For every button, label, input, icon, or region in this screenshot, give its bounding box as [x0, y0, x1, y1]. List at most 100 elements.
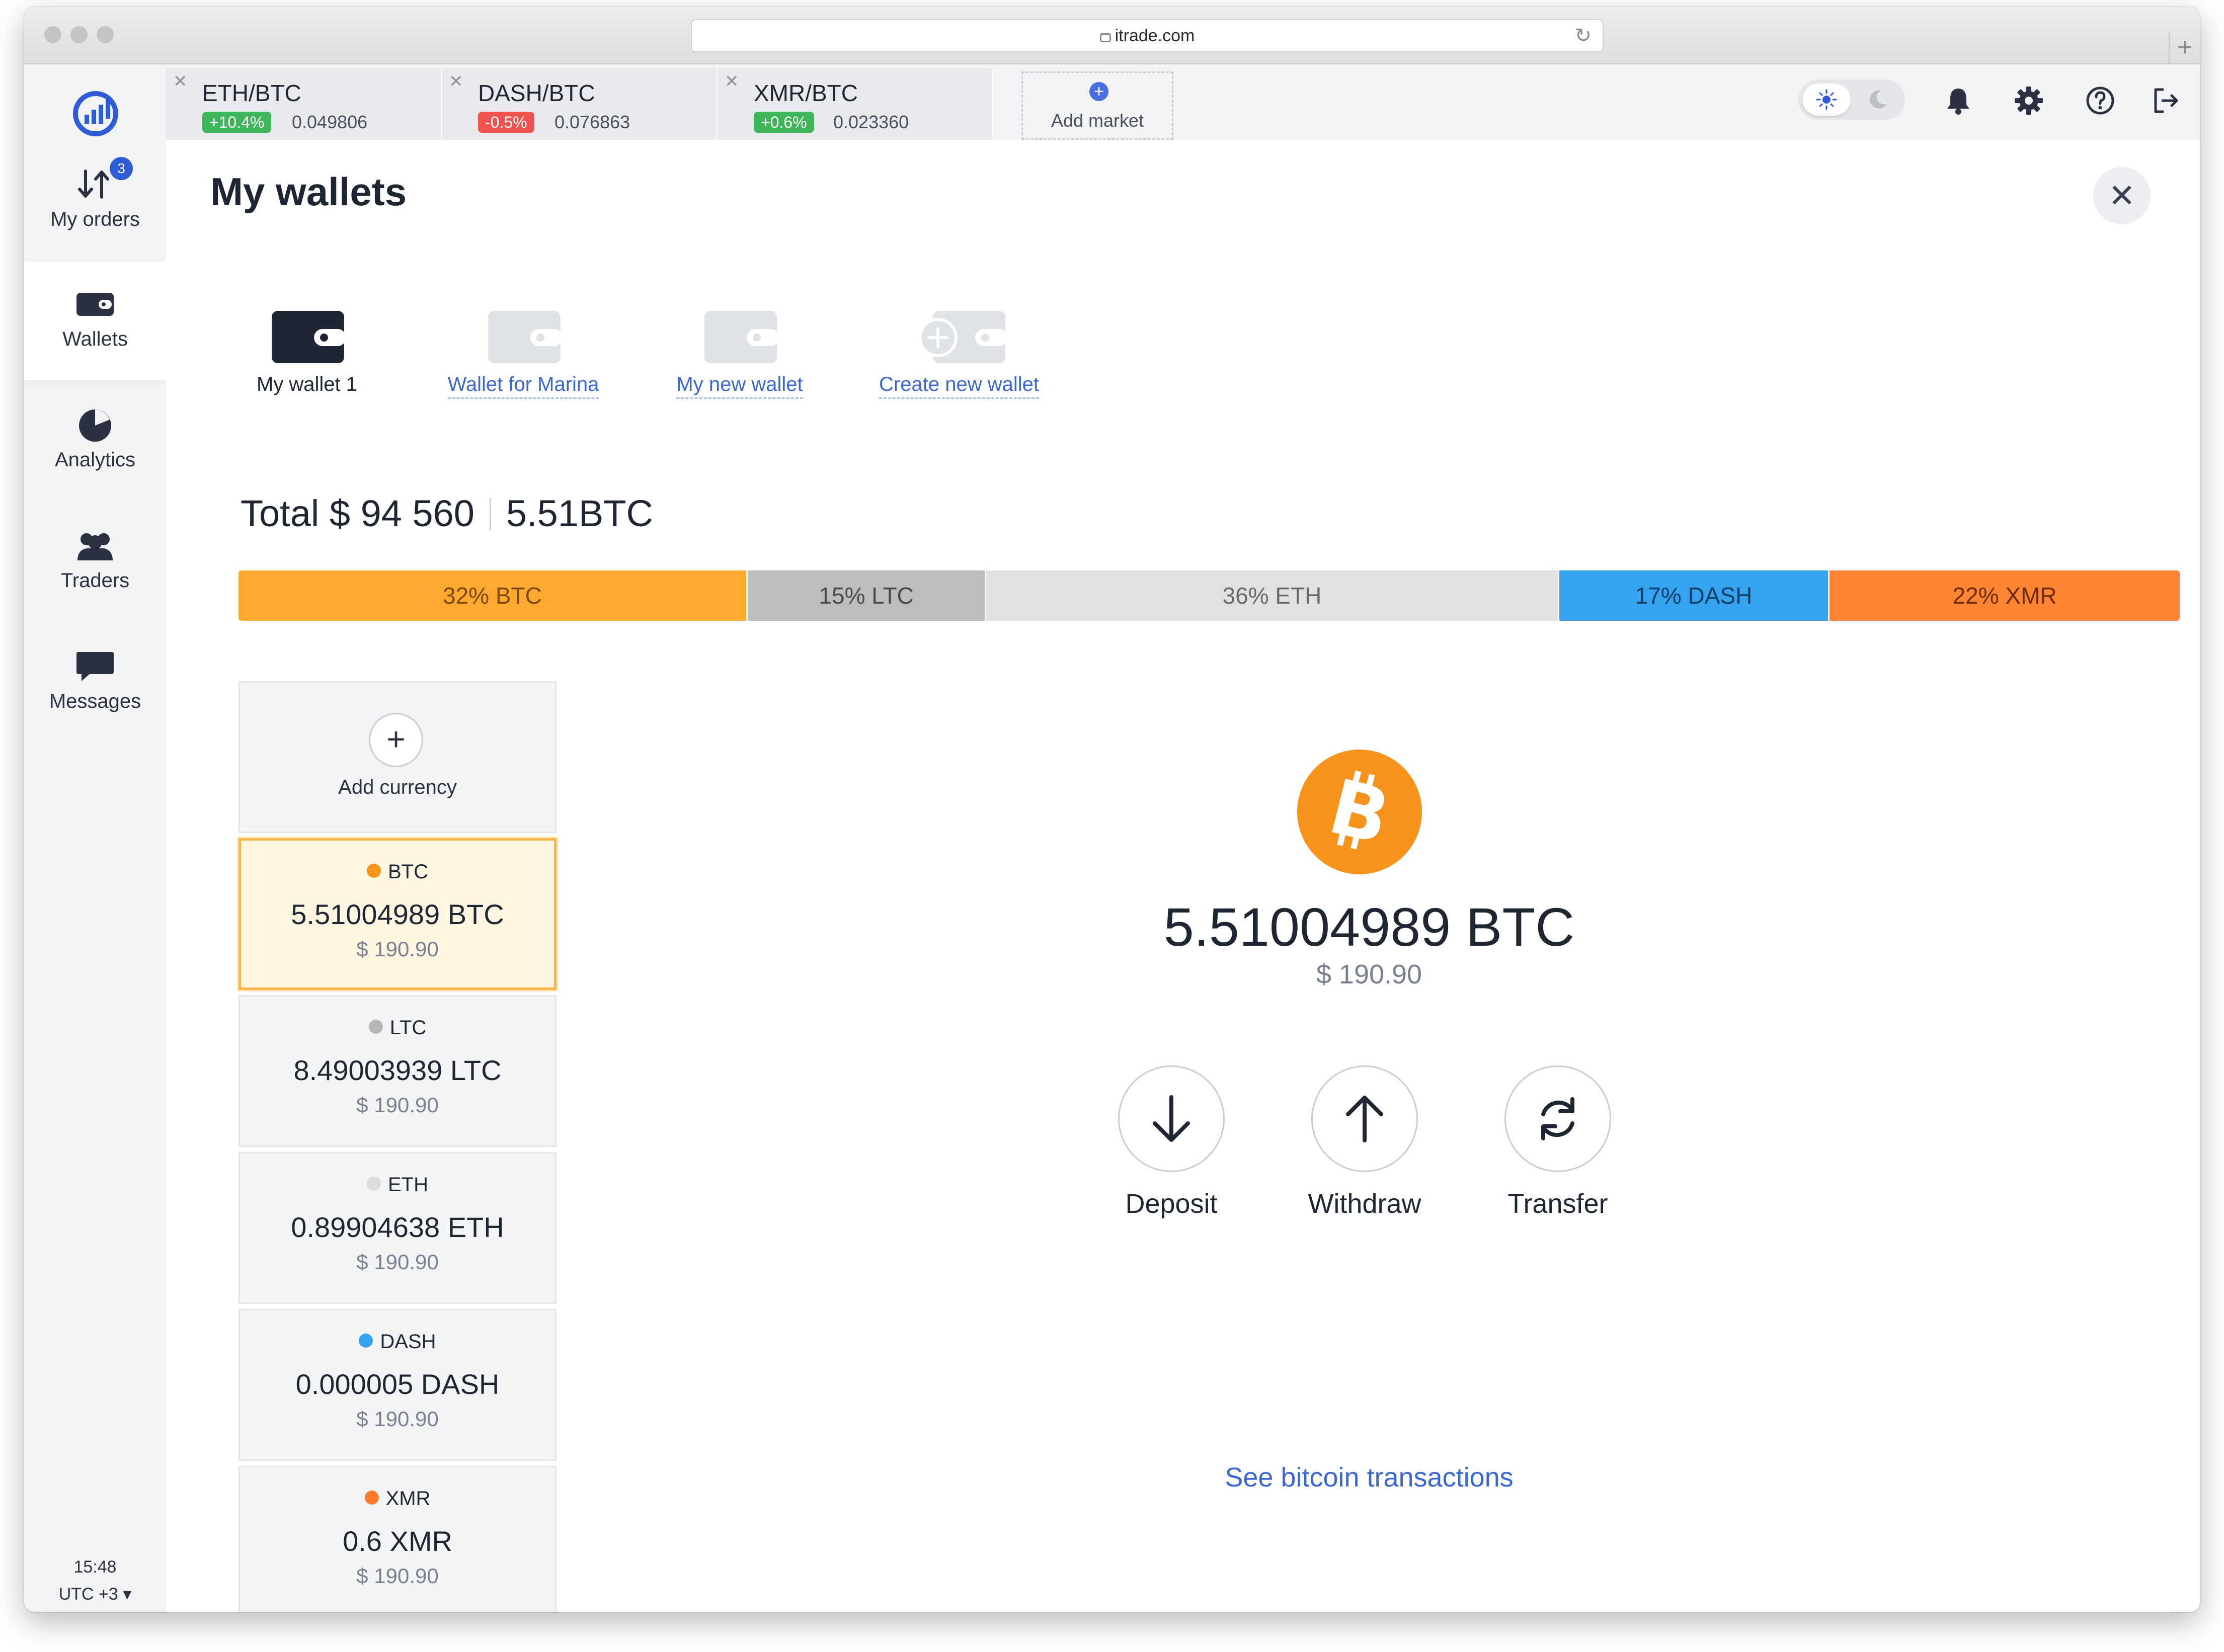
total-usd: Total $ 94 560	[241, 492, 474, 534]
close-icon: ✕	[2108, 178, 2135, 214]
wallet-label: My wallet 1	[256, 373, 358, 395]
chat-bubble-icon	[76, 652, 114, 681]
wallet-link[interactable]: My new wallet	[676, 373, 803, 399]
sidebar-item-messages[interactable]: Messages	[24, 624, 166, 742]
currency-amount: 0.000005 DASH	[295, 1368, 500, 1400]
currency-usd: $ 190.90	[356, 1093, 439, 1117]
sidebar-item-analytics[interactable]: Analytics	[24, 382, 166, 501]
selected-balance-usd: $ 190.90	[1316, 959, 1422, 989]
currency-symbol: ETH	[388, 1174, 428, 1196]
wallet-link[interactable]: Create new wallet	[879, 373, 1039, 399]
market-price: 0.049806	[292, 112, 368, 132]
allocation-segment-ltc: 15% LTC	[747, 570, 987, 621]
add-currency-button[interactable]: + Add currency	[239, 681, 557, 833]
currency-usd: $ 190.90	[356, 1564, 439, 1588]
page-title: My wallets	[210, 170, 407, 214]
gear-icon[interactable]	[2013, 85, 2045, 117]
currency-amount: 0.6 XMR	[343, 1525, 452, 1557]
close-tab-icon[interactable]: ✕	[173, 71, 188, 92]
see-transactions-link[interactable]: See bitcoin transactions	[559, 1462, 2180, 1493]
wallets-panel: My wallets ✕ My wallet 1 Wallet for Mari…	[166, 140, 2200, 1612]
currency-symbol: DASH	[380, 1331, 436, 1353]
close-tab-icon[interactable]: ✕	[725, 71, 739, 92]
currency-usd: $ 190.90	[356, 937, 439, 961]
transfer-label: Transfer	[1507, 1189, 1608, 1219]
currency-dot	[367, 864, 381, 878]
help-icon[interactable]	[2084, 85, 2116, 117]
currency-dot	[359, 1334, 373, 1348]
wallet-link[interactable]: Wallet for Marina	[447, 373, 599, 399]
total-btc: 5.51BTC	[506, 492, 653, 534]
sidebar-item-my-orders[interactable]: 3 My orders	[24, 142, 166, 261]
sun-icon	[1816, 89, 1837, 110]
window-minimize-dot[interactable]	[70, 26, 88, 43]
arrow-up-icon	[1346, 1096, 1383, 1142]
allocation-segment-eth: 36% ETH	[986, 570, 1559, 621]
bell-icon[interactable]	[1942, 85, 1974, 117]
moon-icon	[1870, 90, 1887, 109]
wallet-icon	[488, 311, 561, 363]
currency-symbol-row: LTC	[240, 1017, 555, 1039]
withdraw-label: Withdraw	[1308, 1189, 1421, 1219]
deposit-circle	[1118, 1065, 1225, 1172]
reload-icon[interactable]: ↻	[1574, 20, 1592, 51]
wallet-option-wallet-for-marina[interactable]: Wallet for Marina	[433, 311, 614, 411]
lock-icon	[1099, 33, 1111, 42]
currency-card-eth[interactable]: ETH 0.89904638 ETH $ 190.90	[239, 1152, 557, 1304]
sidebar-item-traders[interactable]: Traders	[24, 503, 166, 622]
browser-titlebar: itrade.com ↻ +	[24, 7, 2200, 64]
bitcoin-icon: B	[1297, 750, 1422, 874]
currency-card-btc[interactable]: BTC 5.51004989 BTC $ 190.90	[239, 838, 557, 990]
create-new-wallet-button[interactable]: Create new wallet	[868, 311, 1050, 411]
selected-balance: 5.51004989 BTC	[1163, 896, 1575, 957]
market-tab[interactable]: ✕ ETH/BTC +10.4% 0.049806	[166, 68, 442, 140]
wallet-option-my-new-wallet[interactable]: My new wallet	[649, 311, 830, 411]
refresh-icon	[1541, 1097, 1574, 1140]
market-tab[interactable]: ✕ XMR/BTC +0.6% 0.023360	[718, 68, 993, 140]
price-change-badge: +10.4%	[202, 112, 272, 133]
sidebar-item-label: Traders	[60, 569, 130, 592]
browser-window: itrade.com ↻ + 3 My orders Wallets Analy…	[24, 7, 2200, 1612]
currency-amount: 0.89904638 ETH	[291, 1211, 504, 1243]
clock-time: 15:48	[73, 1557, 117, 1577]
sidebar-item-wallets[interactable]: Wallets	[24, 262, 166, 380]
currency-symbol: LTC	[389, 1017, 427, 1039]
theme-toggle[interactable]	[1798, 79, 1905, 120]
logout-icon[interactable]	[2150, 85, 2182, 117]
currency-symbol-row: XMR	[240, 1488, 555, 1510]
currency-dot	[367, 1177, 381, 1191]
url-text: itrade.com	[1115, 26, 1195, 45]
address-bar[interactable]: itrade.com ↻	[691, 19, 1604, 52]
wallet-option-my-wallet-1[interactable]: My wallet 1	[216, 311, 398, 411]
add-market-button[interactable]: + Add market	[1021, 71, 1173, 140]
close-button[interactable]: ✕	[2093, 167, 2151, 224]
market-tab[interactable]: ✕ DASH/BTC -0.5% 0.076863	[442, 68, 718, 140]
wallet-icon	[76, 293, 114, 316]
window-close-dot[interactable]	[44, 26, 61, 43]
currency-symbol-row: BTC	[241, 861, 554, 883]
plus-icon: +	[369, 713, 423, 767]
currency-card-ltc[interactable]: LTC 8.49003939 LTC $ 190.90	[239, 995, 557, 1147]
allocation-bar: 32% BTC 15% LTC 36% ETH 17% DASH 22% XMR	[239, 570, 2180, 621]
currency-usd: $ 190.90	[356, 1250, 439, 1274]
plus-circle-icon: +	[1089, 82, 1108, 101]
wallet-icon	[704, 311, 777, 363]
orders-count-badge: 3	[110, 157, 133, 180]
sidebar-item-label: Messages	[49, 690, 141, 712]
wallet-total: Total $ 94 560 5.51BTC	[241, 492, 653, 535]
allocation-segment-btc: 32% BTC	[239, 570, 748, 621]
new-tab-button[interactable]: +	[2169, 32, 2200, 63]
allocation-segment-xmr: 22% XMR	[1830, 570, 2180, 621]
close-tab-icon[interactable]: ✕	[449, 71, 463, 92]
market-price: 0.023360	[833, 112, 909, 132]
price-change-badge: +0.6%	[754, 112, 814, 133]
transfer-circle	[1504, 1065, 1611, 1172]
market-tab-bar: ✕ ETH/BTC +10.4% 0.049806 ✕ DASH/BTC -0.…	[166, 64, 2200, 140]
currency-card-dash[interactable]: DASH 0.000005 DASH $ 190.90	[239, 1309, 557, 1461]
timezone-selector[interactable]: UTC +3 ▾	[24, 1581, 166, 1608]
currency-card-xmr[interactable]: XMR 0.6 XMR $ 190.90	[239, 1466, 557, 1612]
window-zoom-dot[interactable]	[97, 26, 114, 43]
app-logo-icon[interactable]	[69, 88, 122, 140]
market-pair: ETH/BTC	[202, 80, 301, 106]
pie-chart-icon	[79, 409, 111, 442]
